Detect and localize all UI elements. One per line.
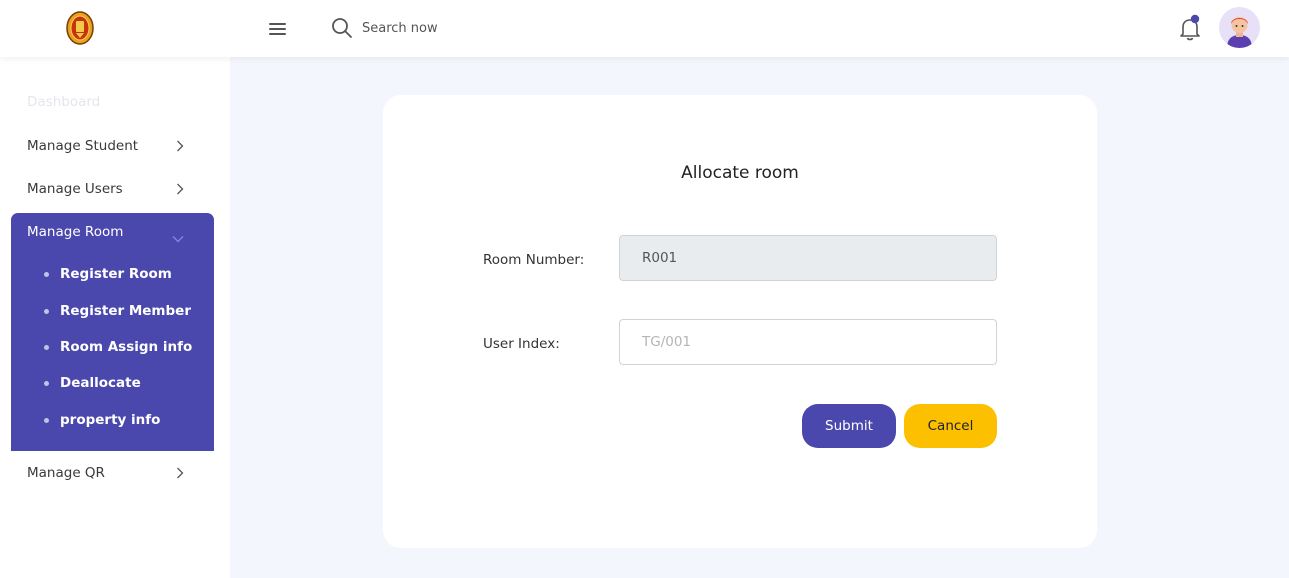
sidebar-subitem-label: Deallocate <box>60 375 141 391</box>
bullet-dot <box>44 418 49 423</box>
bullet-dot <box>44 309 49 314</box>
sidebar-item-label: Dashboard <box>27 94 101 110</box>
search-input[interactable] <box>362 20 662 36</box>
chevron-right-icon <box>176 183 184 195</box>
sidebar-subitem-room-assign-info[interactable]: Room Assign info <box>44 337 193 357</box>
sidebar-subitem-label: Room Assign info <box>60 339 193 355</box>
hamburger-menu-icon[interactable] <box>268 20 288 38</box>
cancel-button[interactable]: Cancel <box>904 404 997 448</box>
sidebar-item-dashboard[interactable]: Dashboard <box>11 84 214 120</box>
sidebar-item-manage-users[interactable]: Manage Users <box>11 171 214 207</box>
bullet-dot <box>44 272 49 277</box>
sidebar-item-manage-room[interactable]: Manage Room <box>27 224 123 240</box>
allocate-room-card: Allocate room Room Number: User Index: S… <box>383 95 1097 548</box>
bullet-dot <box>44 345 49 350</box>
sidebar-subitem-property-info[interactable]: property info <box>44 410 161 430</box>
sidebar-subitem-label: Register Room <box>60 266 172 282</box>
sidebar-item-manage-student[interactable]: Manage Student <box>11 128 214 164</box>
sidebar-item-label: Manage Student <box>27 138 139 154</box>
sidebar-item-label: Manage Users <box>27 181 123 197</box>
room-number-field[interactable] <box>619 235 997 281</box>
sidebar-subitem-register-room[interactable]: Register Room <box>44 264 172 284</box>
search-bar <box>331 16 662 40</box>
sidebar-item-manage-qr[interactable]: Manage QR <box>11 455 214 491</box>
sidebar-subitem-register-member[interactable]: Register Member <box>44 301 191 321</box>
bell-icon[interactable] <box>1178 14 1202 42</box>
user-index-field[interactable] <box>619 319 997 365</box>
bullet-dot <box>44 381 49 386</box>
sidebar-subitem-deallocate[interactable]: Deallocate <box>44 373 141 393</box>
logo-emblem[interactable] <box>66 11 94 45</box>
chevron-down-icon[interactable] <box>172 228 184 243</box>
page-title: Allocate room <box>681 163 799 183</box>
room-number-label: Room Number: <box>483 252 585 268</box>
top-bar <box>0 0 1289 57</box>
submit-button[interactable]: Submit <box>802 404 896 448</box>
sidebar-item-label: Manage QR <box>27 465 105 481</box>
user-index-label: User Index: <box>483 336 560 352</box>
chevron-right-icon <box>176 140 184 152</box>
chevron-right-icon <box>176 467 184 479</box>
search-icon[interactable] <box>331 17 353 39</box>
sidebar-group-manage-room: Manage Room Register Room Register Membe… <box>11 213 214 451</box>
sidebar-subitem-label: Register Member <box>60 303 191 319</box>
avatar[interactable] <box>1219 7 1260 48</box>
sidebar: Dashboard Manage Student Manage Users Ma… <box>0 57 230 578</box>
sidebar-subitem-label: property info <box>60 412 161 428</box>
